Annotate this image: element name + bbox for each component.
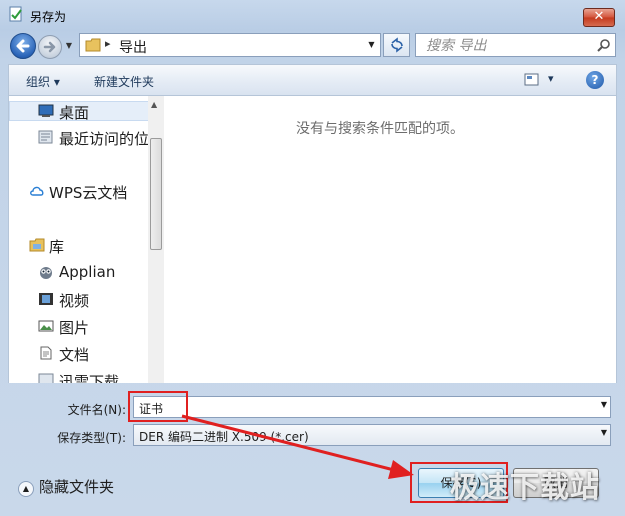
close-icon: ✕ (593, 9, 605, 24)
breadcrumb-separator[interactable]: ▸ (105, 37, 111, 50)
hide-folders-label: 隐藏文件夹 (39, 478, 115, 496)
nav-item-recent-places[interactable]: 最近访问的位 (59, 128, 149, 149)
address-bar[interactable]: ▸ 导出 (79, 33, 381, 57)
hide-folders-toggle[interactable]: ▲ 隐藏文件夹 (18, 476, 114, 497)
empty-message: 没有与搜索条件匹配的项。 (296, 121, 464, 137)
owl-icon (40, 267, 52, 279)
organize-menu[interactable]: 组织 ▾ (26, 73, 60, 90)
file-list-pane[interactable]: 没有与搜索条件匹配的项。 (164, 96, 617, 383)
nav-item-library[interactable]: 库 (49, 236, 64, 257)
nav-item-pictures[interactable]: 图片 (59, 317, 89, 338)
command-toolbar: 组织 ▾ 新建文件夹 ▾ ? (8, 64, 617, 96)
nav-item-video[interactable]: 视频 (59, 290, 89, 311)
document-icon (40, 346, 52, 360)
breadcrumb-current[interactable]: 导出 (119, 37, 147, 57)
nav-item-downloads[interactable]: 迅雷下载 (59, 371, 119, 383)
filetype-dropdown-icon[interactable]: ▼ (601, 428, 607, 437)
title-bar[interactable]: 另存为 (0, 0, 625, 30)
forward-button[interactable] (38, 35, 62, 59)
refresh-icon (391, 37, 403, 53)
watermark: 极速下载站 (450, 470, 601, 504)
search-input[interactable] (424, 36, 598, 56)
nav-scrollbar[interactable]: ▲ (148, 96, 164, 383)
filetype-select[interactable]: DER 编码二进制 X.509 (*.cer) ▼ (133, 424, 611, 446)
close-button[interactable]: ✕ (583, 8, 615, 27)
save-as-icon (9, 6, 22, 22)
filetype-label: 保存类型(T): (57, 431, 126, 445)
refresh-button[interactable] (383, 33, 410, 57)
collapse-icon: ▲ (18, 481, 34, 497)
nav-item-wps-cloud[interactable]: WPS云文档 (49, 182, 127, 203)
folder-icon (85, 38, 101, 52)
back-arrow-icon (16, 39, 30, 53)
cloud-icon (30, 186, 44, 196)
video-icon (39, 293, 53, 305)
scroll-up-arrow[interactable]: ▲ (151, 100, 157, 109)
nav-item-applian[interactable]: Applian (59, 263, 115, 281)
search-icon[interactable] (596, 38, 611, 53)
recent-pages-dropdown[interactable]: ▼ (63, 40, 75, 52)
annotation-box-filename (128, 391, 188, 422)
help-icon: ? (591, 73, 599, 87)
desktop-icon (38, 104, 54, 117)
nav-item-desktop[interactable]: 桌面 (59, 102, 89, 123)
new-folder-button[interactable]: 新建文件夹 (94, 73, 154, 90)
recent-places-icon (38, 130, 53, 144)
nav-item-documents[interactable]: 文档 (59, 344, 89, 365)
filename-label: 文件名(N): (67, 403, 126, 417)
scroll-thumb[interactable] (150, 138, 162, 250)
filename-dropdown-icon[interactable]: ▼ (601, 400, 607, 409)
forward-arrow-icon (43, 41, 56, 53)
view-dropdown[interactable]: ▾ (548, 72, 554, 85)
filetype-value[interactable]: DER 编码二进制 X.509 (*.cer) (139, 428, 309, 445)
filename-field[interactable]: 证书 ▼ (133, 396, 611, 418)
navigation-pane: 桌面 最近访问的位 WPS云文档 库 Applian 视频 图片 文档 迅雷下载 (8, 96, 164, 383)
search-box[interactable] (415, 33, 616, 57)
back-button[interactable] (10, 33, 36, 59)
address-dropdown[interactable]: ▼ (362, 33, 381, 57)
view-options-icon[interactable] (524, 73, 540, 87)
help-button[interactable]: ? (586, 71, 604, 89)
library-icon (29, 238, 45, 252)
window-title: 另存为 (30, 10, 67, 24)
picture-icon (38, 320, 54, 332)
download-icon (38, 373, 54, 383)
